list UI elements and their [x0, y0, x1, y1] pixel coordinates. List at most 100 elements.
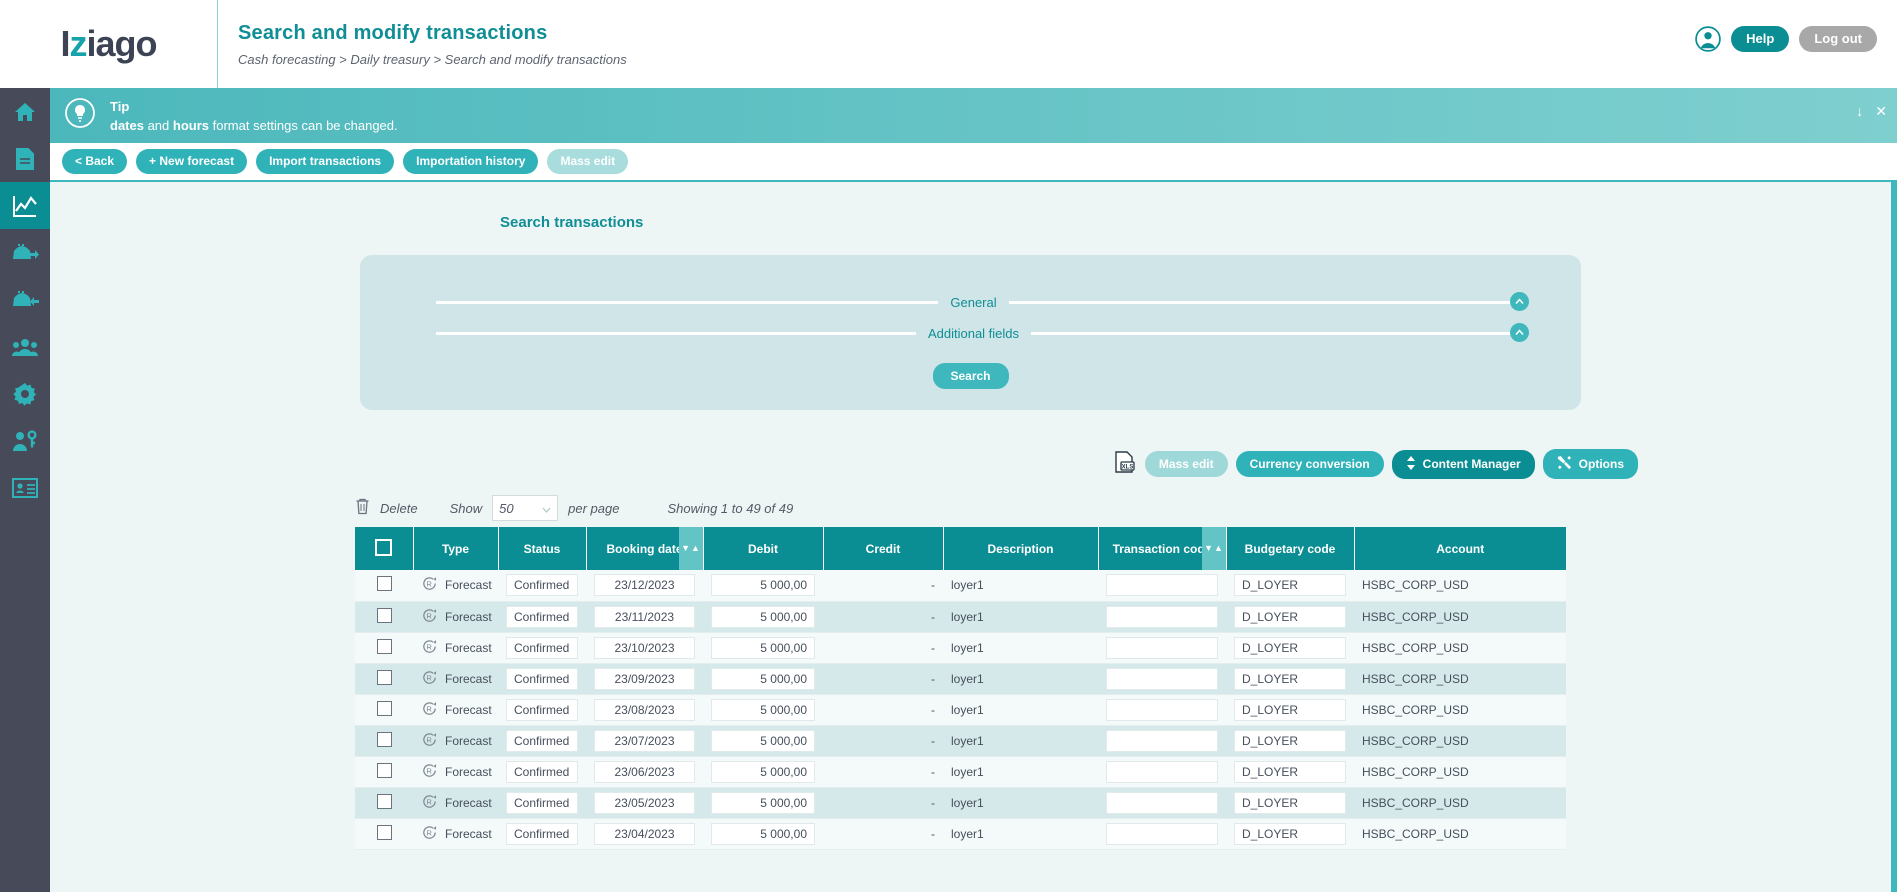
column-booking-date[interactable]: Booking date ▼ ▲ [586, 527, 704, 570]
column-debit[interactable]: Debit [703, 527, 824, 570]
currency-conversion-button[interactable]: Currency conversion [1235, 451, 1384, 477]
status-input[interactable]: Confirmed [506, 605, 578, 628]
transaction-code-input[interactable] [1106, 822, 1218, 845]
row-debit-cell[interactable]: 5 000,00 [703, 818, 823, 850]
row-status-cell[interactable]: Confirmed [498, 663, 586, 695]
row-transaction-code-cell[interactable] [1098, 570, 1226, 602]
debit-input[interactable]: 5 000,00 [711, 636, 815, 659]
row-debit-cell[interactable]: 5 000,00 [703, 694, 823, 726]
row-booking-date-cell[interactable]: 23/04/2023 [586, 818, 703, 850]
status-input[interactable]: Confirmed [506, 729, 578, 752]
row-booking-date-cell[interactable]: 23/10/2023 [586, 632, 703, 664]
booking-date-input[interactable]: 23/05/2023 [594, 791, 695, 814]
new-forecast-button[interactable]: + New forecast [136, 148, 248, 175]
debit-input[interactable]: 5 000,00 [711, 729, 815, 752]
sort-transaction-code[interactable]: ▼ ▲ [1201, 527, 1226, 570]
table-row[interactable]: R Forecast Confirmed 23/05/2023 5 000,00- loy… [355, 787, 1566, 819]
row-status-cell[interactable]: Confirmed [498, 818, 586, 850]
sidebar-item-settings[interactable] [0, 370, 50, 417]
row-transaction-code-cell[interactable] [1098, 601, 1226, 633]
table-row[interactable]: R Forecast Confirmed 23/08/2023 5 000,00- loy… [355, 694, 1566, 726]
column-credit[interactable]: Credit [823, 527, 944, 570]
sidebar-item-users[interactable] [0, 323, 50, 370]
row-debit-cell[interactable]: 5 000,00 [703, 787, 823, 819]
booking-date-input[interactable]: 23/11/2023 [594, 605, 695, 628]
row-select-cell[interactable] [355, 787, 413, 819]
options-button[interactable]: Options [1542, 449, 1638, 479]
row-select-cell[interactable] [355, 570, 413, 602]
debit-input[interactable]: 5 000,00 [711, 698, 815, 721]
row-transaction-code-cell[interactable] [1098, 756, 1226, 788]
row-budgetary-code-cell[interactable]: D_LOYER [1226, 818, 1354, 850]
booking-date-input[interactable]: 23/09/2023 [594, 667, 695, 690]
checkbox-icon[interactable] [375, 538, 393, 556]
sidebar-item-cash-forecasting[interactable] [0, 182, 50, 229]
importation-history-button[interactable]: Importation history [403, 148, 539, 175]
row-budgetary-code-cell[interactable]: D_LOYER [1226, 632, 1354, 664]
row-select-cell[interactable] [355, 663, 413, 695]
table-row[interactable]: R Forecast Confirmed 23/07/2023 5 000,00- loy… [355, 725, 1566, 757]
row-select-cell[interactable] [355, 818, 413, 850]
row-checkbox[interactable] [376, 824, 392, 840]
row-status-cell[interactable]: Confirmed [498, 601, 586, 633]
row-checkbox[interactable] [376, 700, 392, 716]
import-transactions-button[interactable]: Import transactions [256, 148, 395, 175]
sidebar-item-user-rights[interactable] [0, 417, 50, 464]
debit-input[interactable]: 5 000,00 [711, 574, 815, 597]
sidebar-item-home[interactable] [0, 88, 50, 135]
table-row[interactable]: R Forecast Confirmed 23/10/2023 5 000,00- loy… [355, 632, 1566, 664]
accordion-additional-fields[interactable]: Additional fields [436, 323, 1529, 343]
row-budgetary-code-cell[interactable]: D_LOYER [1226, 694, 1354, 726]
booking-date-input[interactable]: 23/10/2023 [594, 636, 695, 659]
status-input[interactable]: Confirmed [506, 698, 578, 721]
help-button[interactable]: Help [1731, 26, 1790, 52]
delete-label[interactable]: Delete [380, 501, 418, 516]
chevron-up-icon[interactable] [1510, 323, 1529, 342]
column-description[interactable]: Description [943, 527, 1099, 570]
row-select-cell[interactable] [355, 632, 413, 664]
transaction-code-input[interactable] [1106, 760, 1218, 783]
status-input[interactable]: Confirmed [506, 791, 578, 814]
row-debit-cell[interactable]: 5 000,00 [703, 632, 823, 664]
row-transaction-code-cell[interactable] [1098, 818, 1226, 850]
booking-date-input[interactable]: 23/12/2023 [594, 574, 695, 597]
row-debit-cell[interactable]: 5 000,00 [703, 756, 823, 788]
column-status[interactable]: Status [498, 527, 587, 570]
booking-date-input[interactable]: 23/07/2023 [594, 729, 695, 752]
row-checkbox[interactable] [376, 731, 392, 747]
column-budgetary-code[interactable]: Budgetary code [1226, 527, 1355, 570]
debit-input[interactable]: 5 000,00 [711, 667, 815, 690]
row-booking-date-cell[interactable]: 23/09/2023 [586, 663, 703, 695]
transaction-code-input[interactable] [1106, 791, 1218, 814]
debit-input[interactable]: 5 000,00 [711, 760, 815, 783]
row-status-cell[interactable]: Confirmed [498, 632, 586, 664]
trash-icon[interactable] [355, 498, 370, 518]
back-button[interactable]: < Back [62, 148, 128, 175]
row-checkbox[interactable] [376, 669, 392, 685]
row-select-cell[interactable] [355, 601, 413, 633]
row-debit-cell[interactable]: 5 000,00 [703, 663, 823, 695]
row-transaction-code-cell[interactable] [1098, 787, 1226, 819]
row-booking-date-cell[interactable]: 23/06/2023 [586, 756, 703, 788]
row-checkbox[interactable] [376, 762, 392, 778]
row-budgetary-code-cell[interactable]: D_LOYER [1226, 570, 1354, 602]
row-booking-date-cell[interactable]: 23/08/2023 [586, 694, 703, 726]
row-status-cell[interactable]: Confirmed [498, 787, 586, 819]
row-debit-cell[interactable]: 5 000,00 [703, 570, 823, 602]
sort-booking-date[interactable]: ▼ ▲ [678, 527, 703, 570]
row-select-cell[interactable] [355, 694, 413, 726]
sidebar-item-documents[interactable] [0, 135, 50, 182]
column-transaction-code[interactable]: Transaction code ▼ ▲ [1098, 527, 1227, 570]
table-row[interactable]: R Forecast Confirmed 23/09/2023 5 000,00- loy… [355, 663, 1566, 695]
xls-export-icon[interactable]: XLS [1113, 450, 1137, 479]
column-type[interactable]: Type [413, 527, 499, 570]
budgetary-code-input[interactable]: D_LOYER [1234, 636, 1346, 659]
status-input[interactable]: Confirmed [506, 667, 578, 690]
arrow-down-icon[interactable]: ↓ [1856, 104, 1863, 118]
status-input[interactable]: Confirmed [506, 636, 578, 659]
user-circle-icon[interactable] [1695, 26, 1721, 52]
row-booking-date-cell[interactable]: 23/07/2023 [586, 725, 703, 757]
booking-date-input[interactable]: 23/08/2023 [594, 698, 695, 721]
status-input[interactable]: Confirmed [506, 822, 578, 845]
row-transaction-code-cell[interactable] [1098, 663, 1226, 695]
